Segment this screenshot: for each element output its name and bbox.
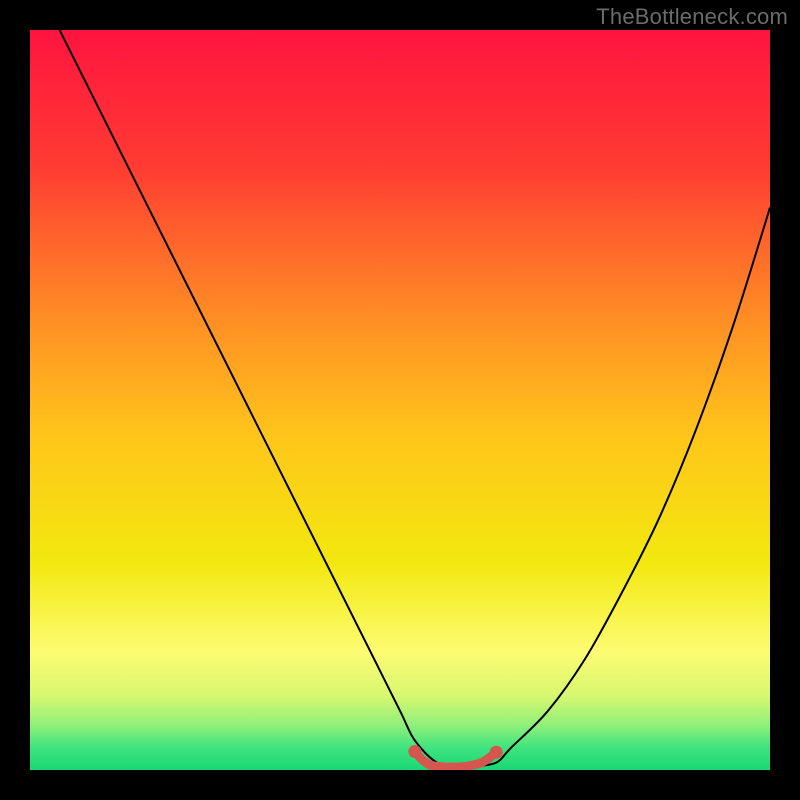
trough-end-dot xyxy=(408,745,421,758)
watermark-label: TheBottleneck.com xyxy=(596,4,788,30)
plot-background xyxy=(30,30,770,770)
trough-end-dot xyxy=(490,746,503,759)
chart-frame: TheBottleneck.com xyxy=(0,0,800,800)
bottleneck-chart xyxy=(0,0,800,800)
